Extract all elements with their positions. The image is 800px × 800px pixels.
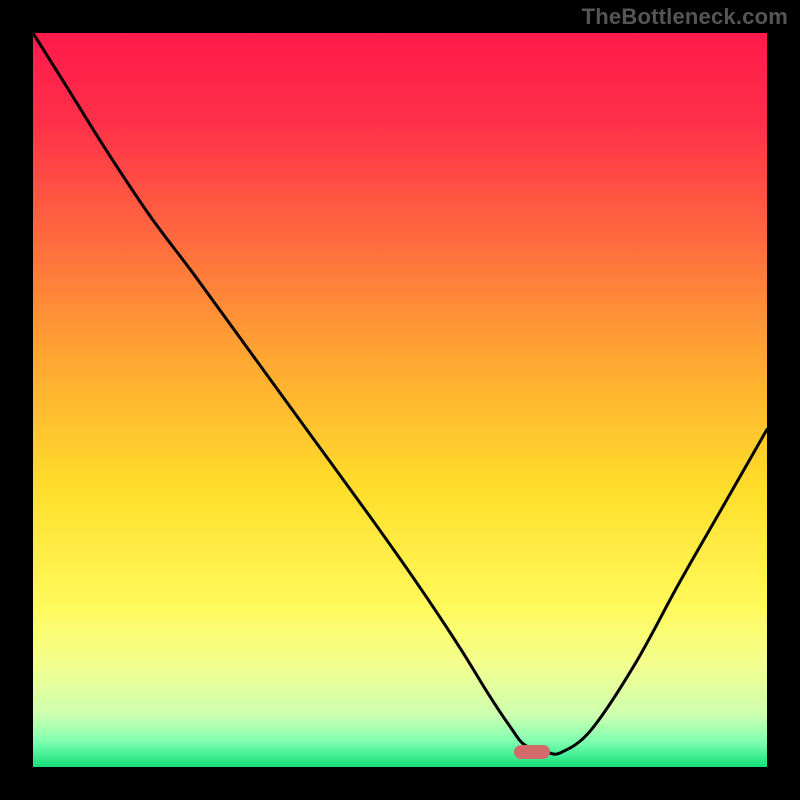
plot-area: [33, 33, 767, 767]
optimum-marker: [514, 745, 550, 759]
watermark-text: TheBottleneck.com: [582, 4, 788, 30]
gradient-plot-svg: [33, 33, 767, 767]
chart-frame: TheBottleneck.com: [0, 0, 800, 800]
gradient-background: [33, 33, 767, 767]
